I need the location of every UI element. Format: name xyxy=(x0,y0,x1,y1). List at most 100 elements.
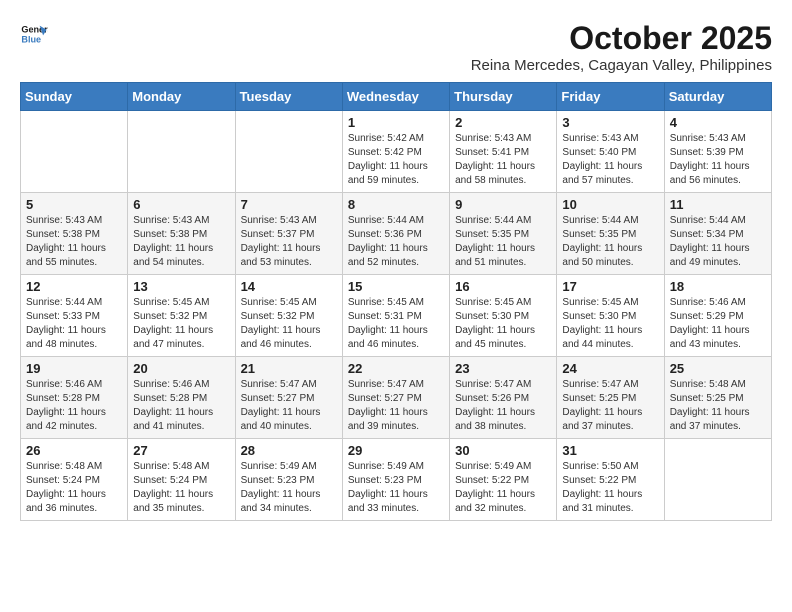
day-number: 7 xyxy=(241,197,337,212)
day-number: 14 xyxy=(241,279,337,294)
day-number: 15 xyxy=(348,279,444,294)
day-number: 25 xyxy=(670,361,766,376)
calendar-week-row: 5 Sunrise: 5:43 AM Sunset: 5:38 PM Daylig… xyxy=(21,193,772,275)
day-number: 12 xyxy=(26,279,122,294)
calendar-cell: 19Sunrise: 5:46 AM Sunset: 5:28 PM Dayli… xyxy=(21,357,128,439)
calendar-cell: 1Sunrise: 5:42 AM Sunset: 5:42 PM Daylig… xyxy=(342,111,449,193)
day-info: Sunrise: 5:44 AM Sunset: 5:33 PM Dayligh… xyxy=(26,296,122,352)
day-info: Sunrise: 5:43 AM Sunset: 5:38 PM Dayligh… xyxy=(133,214,229,270)
calendar-cell: 29 Sunrise: 5:49 AM Sunset: 5:23 PM Dayli… xyxy=(342,439,449,521)
calendar-cell: 8 Sunrise: 5:44 AM Sunset: 5:36 PM Daylig… xyxy=(342,193,449,275)
calendar-cell xyxy=(21,111,128,193)
day-number: 18 xyxy=(670,279,766,294)
svg-text:Blue: Blue xyxy=(21,34,41,44)
day-number: 9 xyxy=(455,197,551,212)
day-info: Sunrise: 5:47 AM Sunset: 5:27 PM Dayligh… xyxy=(241,378,337,434)
calendar-cell xyxy=(235,111,342,193)
day-info: Sunrise: 5:46 AM Sunset: 5:28 PM Dayligh… xyxy=(133,378,229,434)
day-info: Sunrise: 5:45 AM Sunset: 5:30 PM Dayligh… xyxy=(455,296,551,352)
calendar-cell: 16 Sunrise: 5:45 AM Sunset: 5:30 PM Dayli… xyxy=(450,275,557,357)
day-info: Sunrise: 5:44 AM Sunset: 5:36 PM Dayligh… xyxy=(348,214,444,270)
day-info: Sunrise: 5:48 AM Sunset: 5:24 PM Dayligh… xyxy=(26,460,122,516)
day-info: Sunrise: 5:45 AM Sunset: 5:32 PM Dayligh… xyxy=(241,296,337,352)
calendar-cell: 27 Sunrise: 5:48 AM Sunset: 5:24 PM Dayli… xyxy=(128,439,235,521)
calendar-week-row: 19Sunrise: 5:46 AM Sunset: 5:28 PM Dayli… xyxy=(21,357,772,439)
day-info: Sunrise: 5:48 AM Sunset: 5:25 PM Dayligh… xyxy=(670,378,766,434)
calendar-cell: 31 Sunrise: 5:50 AM Sunset: 5:22 PM Dayli… xyxy=(557,439,664,521)
calendar-cell: 22 Sunrise: 5:47 AM Sunset: 5:27 PM Dayli… xyxy=(342,357,449,439)
calendar-cell: 14 Sunrise: 5:45 AM Sunset: 5:32 PM Dayli… xyxy=(235,275,342,357)
day-number: 1 xyxy=(348,115,444,130)
day-info: Sunrise: 5:48 AM Sunset: 5:24 PM Dayligh… xyxy=(133,460,229,516)
calendar-cell: 10 Sunrise: 5:44 AM Sunset: 5:35 PM Dayli… xyxy=(557,193,664,275)
day-number: 26 xyxy=(26,443,122,458)
calendar-cell xyxy=(128,111,235,193)
day-info: Sunrise: 5:50 AM Sunset: 5:22 PM Dayligh… xyxy=(562,460,658,516)
logo: General Blue xyxy=(20,20,48,48)
calendar-cell: 13 Sunrise: 5:45 AM Sunset: 5:32 PM Dayli… xyxy=(128,275,235,357)
day-info: Sunrise: 5:44 AM Sunset: 5:35 PM Dayligh… xyxy=(562,214,658,270)
calendar-cell: 28 Sunrise: 5:49 AM Sunset: 5:23 PM Dayli… xyxy=(235,439,342,521)
day-number: 2 xyxy=(455,115,551,130)
day-number: 23 xyxy=(455,361,551,376)
calendar-cell: 12 Sunrise: 5:44 AM Sunset: 5:33 PM Dayli… xyxy=(21,275,128,357)
calendar-cell: 17 Sunrise: 5:45 AM Sunset: 5:30 PM Dayli… xyxy=(557,275,664,357)
calendar-cell: 24 Sunrise: 5:47 AM Sunset: 5:25 PM Dayli… xyxy=(557,357,664,439)
header: General Blue October 2025 Reina Mercedes… xyxy=(20,20,772,74)
weekday-header-sunday: Sunday xyxy=(21,83,128,111)
day-number: 11 xyxy=(670,197,766,212)
day-number: 16 xyxy=(455,279,551,294)
calendar-table: SundayMondayTuesdayWednesdayThursdayFrid… xyxy=(20,82,772,521)
day-info: Sunrise: 5:49 AM Sunset: 5:23 PM Dayligh… xyxy=(348,460,444,516)
calendar-cell: 25 Sunrise: 5:48 AM Sunset: 5:25 PM Dayli… xyxy=(664,357,771,439)
day-info: Sunrise: 5:43 AM Sunset: 5:41 PM Dayligh… xyxy=(455,132,551,188)
calendar-week-row: 1Sunrise: 5:42 AM Sunset: 5:42 PM Daylig… xyxy=(21,111,772,193)
day-info: Sunrise: 5:49 AM Sunset: 5:23 PM Dayligh… xyxy=(241,460,337,516)
calendar-cell: 5 Sunrise: 5:43 AM Sunset: 5:38 PM Daylig… xyxy=(21,193,128,275)
day-info: Sunrise: 5:43 AM Sunset: 5:38 PM Dayligh… xyxy=(26,214,122,270)
day-info: Sunrise: 5:49 AM Sunset: 5:22 PM Dayligh… xyxy=(455,460,551,516)
day-number: 4 xyxy=(670,115,766,130)
day-info: Sunrise: 5:43 AM Sunset: 5:37 PM Dayligh… xyxy=(241,214,337,270)
page-subtitle: Reina Mercedes, Cagayan Valley, Philippi… xyxy=(471,57,772,74)
day-info: Sunrise: 5:47 AM Sunset: 5:27 PM Dayligh… xyxy=(348,378,444,434)
day-number: 22 xyxy=(348,361,444,376)
day-number: 31 xyxy=(562,443,658,458)
calendar-cell: 23 Sunrise: 5:47 AM Sunset: 5:26 PM Dayli… xyxy=(450,357,557,439)
day-info: Sunrise: 5:43 AM Sunset: 5:39 PM Dayligh… xyxy=(670,132,766,188)
calendar-cell: 4 Sunrise: 5:43 AM Sunset: 5:39 PM Daylig… xyxy=(664,111,771,193)
day-number: 24 xyxy=(562,361,658,376)
weekday-header-thursday: Thursday xyxy=(450,83,557,111)
calendar-cell: 30 Sunrise: 5:49 AM Sunset: 5:22 PM Dayli… xyxy=(450,439,557,521)
calendar-cell: 2 Sunrise: 5:43 AM Sunset: 5:41 PM Daylig… xyxy=(450,111,557,193)
day-info: Sunrise: 5:44 AM Sunset: 5:34 PM Dayligh… xyxy=(670,214,766,270)
day-number: 13 xyxy=(133,279,229,294)
day-number: 30 xyxy=(455,443,551,458)
calendar-cell: 9Sunrise: 5:44 AM Sunset: 5:35 PM Daylig… xyxy=(450,193,557,275)
day-number: 27 xyxy=(133,443,229,458)
day-info: Sunrise: 5:45 AM Sunset: 5:32 PM Dayligh… xyxy=(133,296,229,352)
day-info: Sunrise: 5:45 AM Sunset: 5:30 PM Dayligh… xyxy=(562,296,658,352)
weekday-header-tuesday: Tuesday xyxy=(235,83,342,111)
weekday-header-saturday: Saturday xyxy=(664,83,771,111)
day-info: Sunrise: 5:47 AM Sunset: 5:25 PM Dayligh… xyxy=(562,378,658,434)
weekday-header-monday: Monday xyxy=(128,83,235,111)
day-info: Sunrise: 5:46 AM Sunset: 5:29 PM Dayligh… xyxy=(670,296,766,352)
day-number: 28 xyxy=(241,443,337,458)
day-number: 3 xyxy=(562,115,658,130)
calendar-week-row: 12 Sunrise: 5:44 AM Sunset: 5:33 PM Dayli… xyxy=(21,275,772,357)
calendar-cell: 20Sunrise: 5:46 AM Sunset: 5:28 PM Dayli… xyxy=(128,357,235,439)
day-number: 5 xyxy=(26,197,122,212)
day-info: Sunrise: 5:43 AM Sunset: 5:40 PM Dayligh… xyxy=(562,132,658,188)
day-number: 10 xyxy=(562,197,658,212)
calendar-cell: 21Sunrise: 5:47 AM Sunset: 5:27 PM Dayli… xyxy=(235,357,342,439)
day-number: 17 xyxy=(562,279,658,294)
calendar-cell: 26 Sunrise: 5:48 AM Sunset: 5:24 PM Dayli… xyxy=(21,439,128,521)
day-info: Sunrise: 5:47 AM Sunset: 5:26 PM Dayligh… xyxy=(455,378,551,434)
day-number: 8 xyxy=(348,197,444,212)
title-area: October 2025 Reina Mercedes, Cagayan Val… xyxy=(471,20,772,74)
calendar-cell: 7 Sunrise: 5:43 AM Sunset: 5:37 PM Daylig… xyxy=(235,193,342,275)
calendar-cell: 18 Sunrise: 5:46 AM Sunset: 5:29 PM Dayli… xyxy=(664,275,771,357)
calendar-cell: 15Sunrise: 5:45 AM Sunset: 5:31 PM Dayli… xyxy=(342,275,449,357)
day-number: 29 xyxy=(348,443,444,458)
